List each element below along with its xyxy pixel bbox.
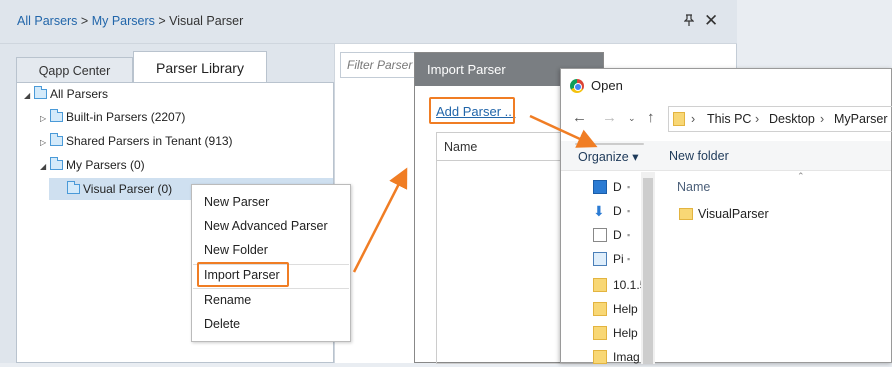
recent-locations-chevron-icon[interactable]: ⌄: [628, 113, 636, 124]
files-column-header-name[interactable]: Name: [677, 180, 710, 194]
address-separator: ›: [820, 112, 825, 126]
import-parser-highlight: [197, 262, 289, 287]
menu-item-new-folder[interactable]: New Folder: [204, 239, 268, 261]
tree-item-built-in-parsers[interactable]: ▷ Built-in Parsers (2207): [40, 106, 185, 128]
address-separator: ›: [691, 112, 696, 126]
folder-icon: [34, 86, 47, 99]
open-dialog-titlebar: Open: [561, 69, 891, 103]
pin-icon: ▪: [627, 206, 631, 216]
documents-icon: [593, 228, 607, 242]
tab-parser-library[interactable]: Parser Library: [133, 51, 267, 84]
folder-icon: [673, 112, 685, 126]
menu-item-new-advanced-parser[interactable]: New Advanced Parser: [204, 215, 328, 237]
tree-item-label: Visual Parser (0): [83, 182, 173, 196]
tree-item-label: My Parsers (0): [66, 158, 145, 172]
breadcrumb-separator: >: [77, 14, 92, 28]
menu-item-rename[interactable]: Rename: [204, 289, 251, 311]
nav-item-label: D: [613, 228, 622, 242]
downloads-icon: ⬇: [593, 203, 605, 219]
pin-icon[interactable]: [683, 14, 695, 29]
nav-item-label: D: [613, 204, 622, 218]
tree-item-label: All Parsers: [50, 87, 109, 101]
tree-item-all-parsers[interactable]: ◢ All Parsers: [24, 83, 108, 105]
file-item-label: VisualParser: [698, 207, 769, 221]
address-this-pc[interactable]: This PC: [707, 107, 751, 131]
folder-icon: [593, 278, 607, 292]
tab-qapp-center[interactable]: Qapp Center: [16, 57, 133, 84]
nav-item-label: D: [613, 180, 622, 194]
folder-icon: [593, 326, 607, 340]
pin-icon: ▪: [627, 230, 631, 240]
scrollbar-thumb[interactable]: [643, 178, 653, 364]
nav-item-label: Pi: [613, 252, 624, 266]
nav-item-label: Imag: [613, 350, 640, 364]
folder-icon: [50, 157, 63, 170]
dialog-toolbar: Organize ▾ New folder: [561, 141, 891, 171]
address-separator: ›: [755, 112, 760, 126]
address-desktop[interactable]: Desktop: [769, 107, 815, 131]
collapse-caret-icon[interactable]: ▷: [40, 108, 50, 130]
pin-icon: ▪: [627, 182, 631, 192]
breadcrumb-my-parsers[interactable]: My Parsers: [92, 14, 155, 28]
organize-button[interactable]: Organize ▾: [578, 149, 638, 164]
collapse-caret-icon[interactable]: ▷: [40, 132, 50, 154]
nav-item-label: Help: [613, 302, 638, 316]
tree-item-label: Shared Parsers in Tenant (913): [66, 134, 233, 148]
expand-caret-icon[interactable]: ◢: [40, 156, 50, 178]
tree-item-my-parsers[interactable]: ◢ My Parsers (0): [40, 154, 145, 176]
pictures-icon: [593, 252, 607, 266]
title-bar: All Parsers > My Parsers > Visual Parser…: [0, 0, 737, 44]
file-item-visualparser[interactable]: VisualParser: [679, 207, 769, 221]
folder-icon: [679, 208, 693, 220]
folder-icon: [593, 302, 607, 316]
open-dialog-title: Open: [591, 78, 623, 93]
open-file-dialog: Open ← → ⌄ ↑ › This PC › Desktop › MyPar…: [560, 68, 892, 364]
breadcrumb-current: Visual Parser: [169, 14, 244, 28]
pin-icon: ▪: [627, 254, 631, 264]
breadcrumb: All Parsers > My Parsers > Visual Parser: [17, 14, 243, 28]
breadcrumb-all-parsers[interactable]: All Parsers: [17, 14, 77, 28]
folder-icon: [50, 109, 63, 122]
chrome-icon: [570, 79, 584, 93]
add-parser-highlight: [429, 97, 515, 124]
breadcrumb-separator: >: [154, 14, 170, 28]
organize-underline: [575, 143, 644, 145]
tree-item-label: Built-in Parsers (2207): [66, 110, 186, 124]
address-bar[interactable]: › This PC › Desktop › MyParser: [668, 106, 892, 132]
back-arrow-icon[interactable]: ←: [572, 109, 587, 126]
filter-parser-input[interactable]: Filter Parser: [340, 52, 416, 78]
folder-icon: [50, 133, 63, 146]
nav-item-label: Help: [613, 326, 638, 340]
address-myparser[interactable]: MyParser: [834, 107, 887, 131]
folder-icon: [593, 350, 607, 364]
tree-item-shared-parsers[interactable]: ▷ Shared Parsers in Tenant (913): [40, 130, 233, 152]
folder-icon: [67, 181, 80, 194]
menu-item-delete[interactable]: Delete: [204, 313, 240, 335]
close-icon[interactable]: ✕: [704, 11, 718, 31]
menu-item-new-parser[interactable]: New Parser: [204, 191, 269, 213]
nav-scrollbar[interactable]: [641, 172, 655, 364]
sort-caret-icon: ⌃: [797, 171, 805, 181]
expand-caret-icon[interactable]: ◢: [24, 85, 34, 107]
desktop-icon: [593, 180, 607, 194]
new-folder-button[interactable]: New folder: [669, 149, 729, 163]
forward-arrow-icon[interactable]: →: [602, 109, 617, 126]
up-arrow-icon[interactable]: ↑: [647, 109, 655, 126]
